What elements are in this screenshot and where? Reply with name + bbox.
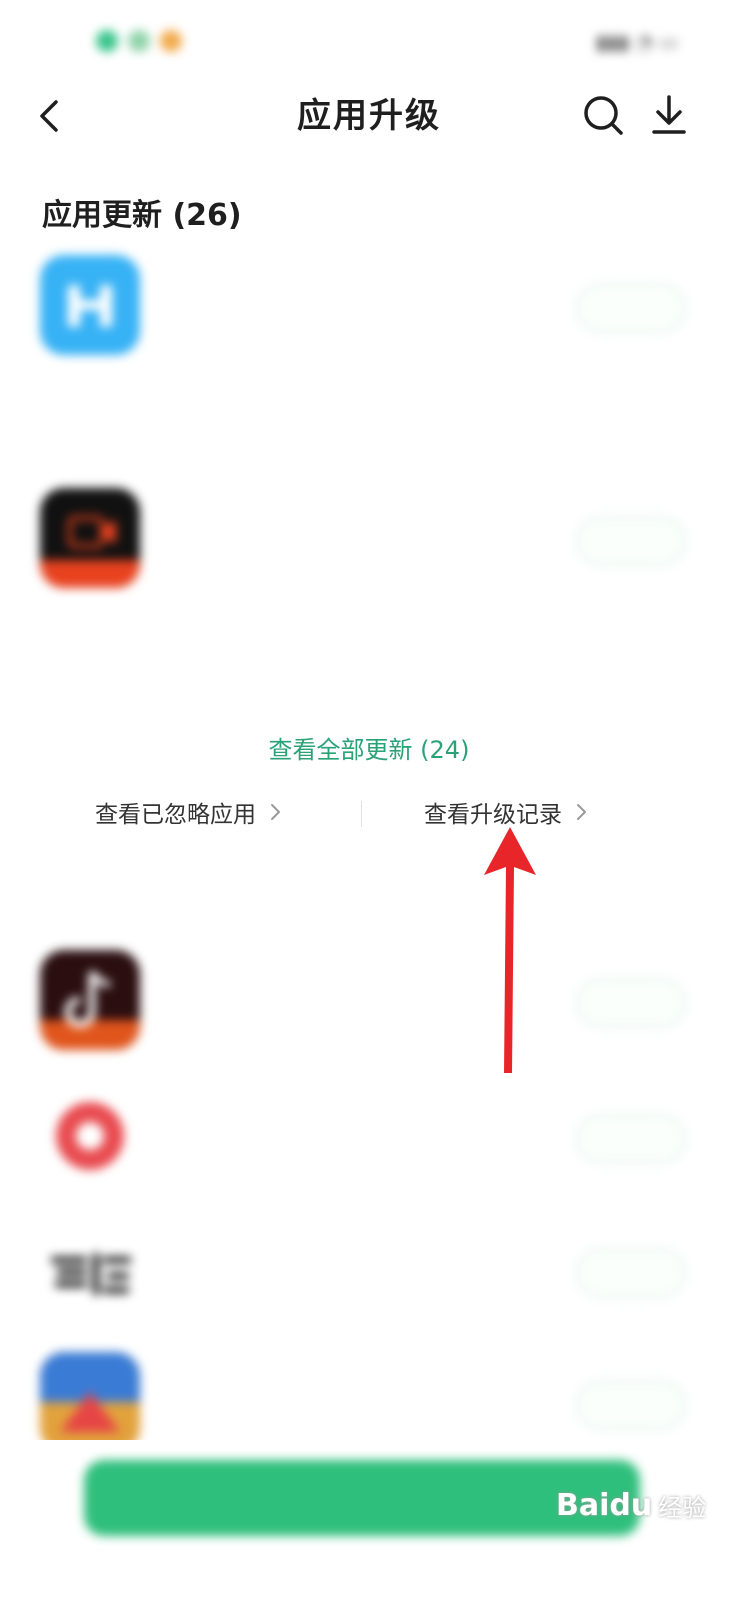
status-right: ▮▮▮ ◔ ▭: [595, 30, 678, 54]
upgrade-button[interactable]: [576, 516, 686, 566]
app-logo-icon: [40, 970, 140, 1050]
search-icon[interactable]: [580, 92, 626, 138]
app-logo-icon: [40, 516, 140, 588]
app-logo-icon: [50, 1252, 132, 1296]
app-icon: [40, 255, 140, 355]
update-app-row[interactable]: [0, 255, 738, 455]
view-ignored-apps-label: 查看已忽略应用: [95, 802, 256, 828]
recommend-app-row[interactable]: [0, 1086, 738, 1196]
divider: [361, 801, 362, 827]
red-arrow-annotation: [484, 827, 536, 1073]
download-icon[interactable]: [646, 92, 692, 138]
app-logo-icon: [40, 1352, 140, 1432]
install-button[interactable]: [576, 1380, 686, 1430]
watermark-sub: 经验: [658, 1494, 707, 1522]
recommend-app-row[interactable]: [0, 1352, 738, 1452]
view-upgrade-history-label: 查看升级记录: [424, 802, 562, 828]
notification-icon: [160, 30, 182, 52]
update-links-row: 查看已忽略应用 查看升级记录: [0, 795, 738, 835]
chevron-right-icon: [271, 804, 280, 820]
chevron-right-icon: [577, 804, 586, 820]
view-all-updates-link[interactable]: 查看全部更新 (24): [0, 730, 738, 765]
status-bar: ▮▮▮ ◔ ▭: [0, 0, 738, 90]
watermark-brand: Baidu: [556, 1488, 653, 1523]
page-title: 应用升级: [297, 96, 441, 136]
recommend-app-row[interactable]: [0, 950, 738, 1060]
notification-icon: [96, 30, 118, 52]
view-ignored-apps-link[interactable]: 查看已忽略应用: [95, 795, 282, 829]
update-app-row[interactable]: [0, 488, 738, 688]
install-button[interactable]: [576, 1248, 686, 1298]
recommend-app-row[interactable]: [0, 1220, 738, 1330]
install-button[interactable]: [576, 1114, 686, 1164]
app-icon: [40, 1220, 140, 1320]
app-icon: [40, 950, 140, 1050]
view-upgrade-history-link[interactable]: 查看升级记录: [424, 795, 588, 829]
app-logo-icon: [68, 285, 112, 327]
app-icon: [40, 488, 140, 588]
upgrade-button[interactable]: [576, 283, 686, 333]
baidu-watermark: Baidu 经验: [556, 1488, 706, 1523]
app-logo-icon: [56, 1102, 124, 1170]
app-icon: [40, 1086, 140, 1186]
app-icon: [40, 1352, 140, 1452]
updates-section-title: 应用更新 (26): [42, 198, 242, 233]
install-button[interactable]: [576, 978, 686, 1028]
status-left: [96, 30, 182, 52]
app-header: 应用升级: [0, 90, 738, 142]
notification-icon: [128, 30, 150, 52]
